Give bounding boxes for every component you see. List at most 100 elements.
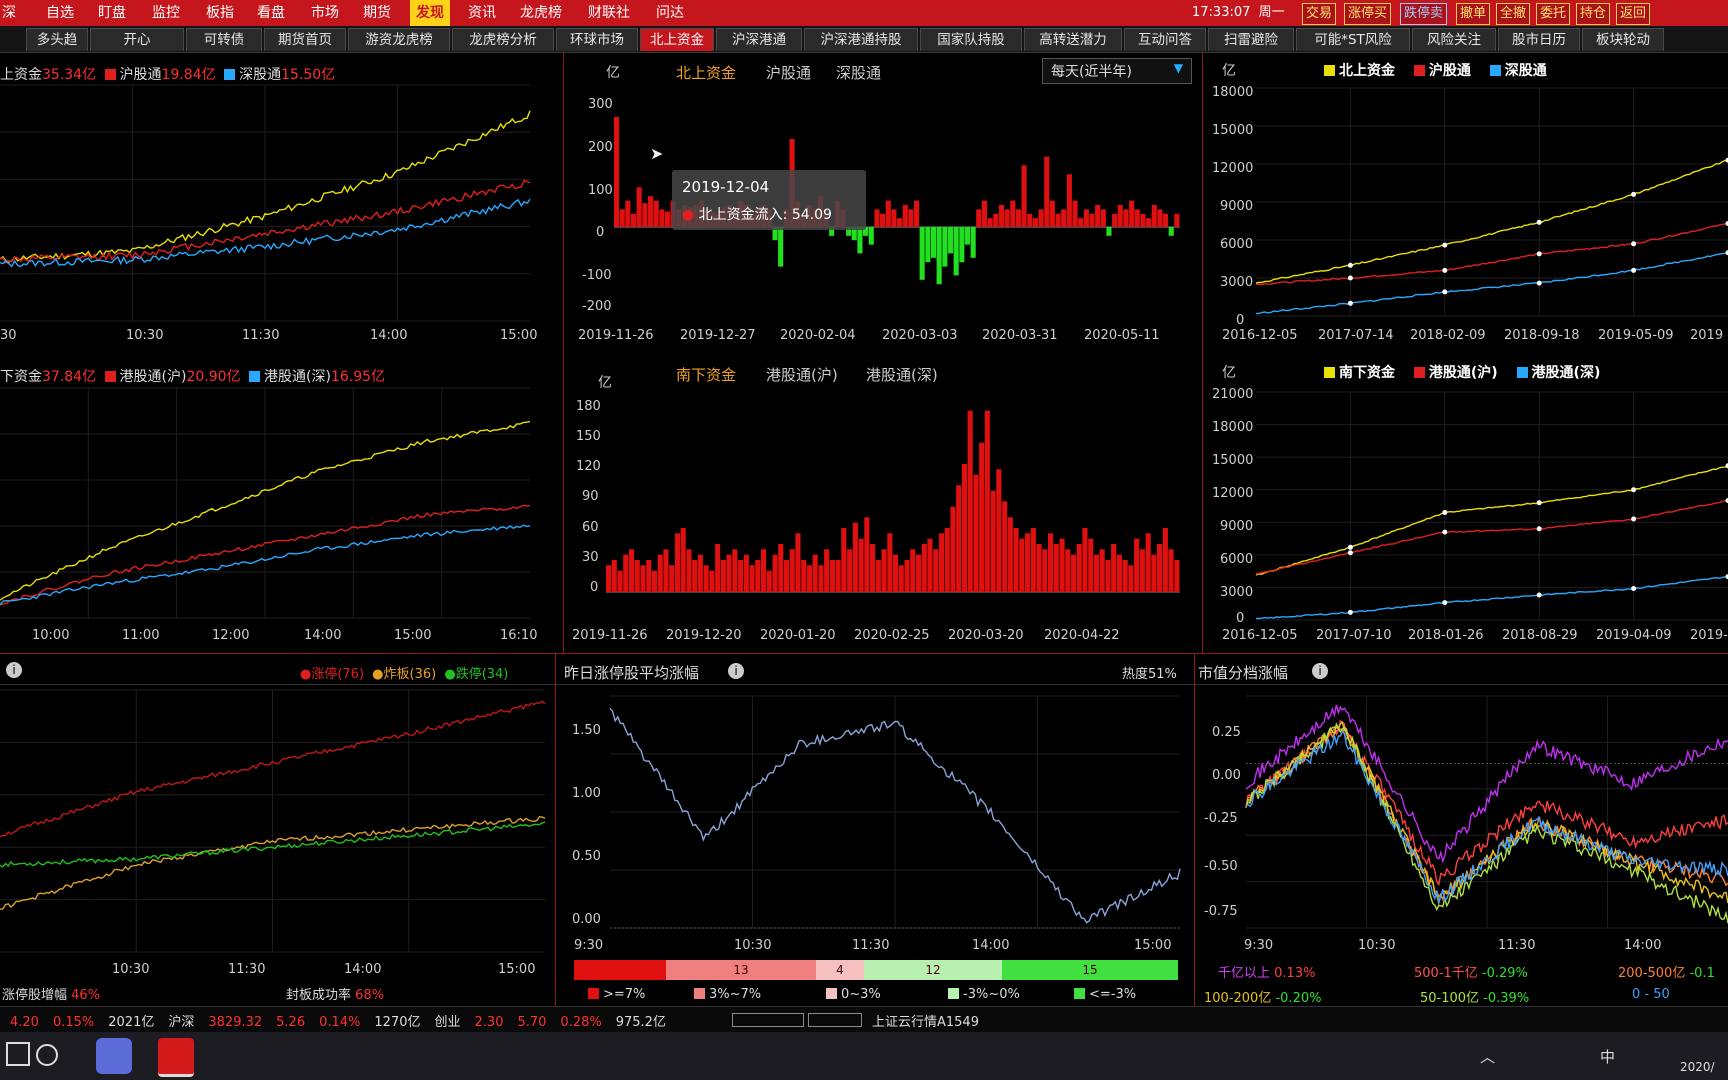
tab[interactable]: 期货首页 [264, 28, 346, 51]
legend: 南下资金 港股通(沪) 港股通(深) [1324, 362, 1600, 382]
tab-south[interactable]: 南下资金 [676, 364, 736, 385]
bar [1002, 501, 1008, 592]
quick-button[interactable]: 撤单 [1456, 3, 1491, 25]
menu-item[interactable]: 资讯 [468, 0, 496, 26]
bar [806, 565, 812, 592]
menu-item[interactable]: 问达 [656, 0, 684, 26]
search-icon[interactable] [36, 1044, 58, 1066]
data-point [1347, 550, 1353, 556]
menu-item[interactable]: 盯盘 [98, 0, 126, 26]
trading-app-icon[interactable] [158, 1038, 194, 1077]
menu-item[interactable]: 期货 [363, 0, 391, 26]
y-tick: 9000 [1220, 519, 1254, 534]
bar [686, 549, 692, 592]
bar [936, 227, 942, 285]
y-tick: 1.50 [572, 723, 601, 738]
menu-item[interactable]: 龙虎榜 [520, 0, 562, 26]
clock: 17:33:07 周一 [1192, 0, 1285, 26]
tab-hk-sz[interactable]: 港股通(深) [866, 364, 938, 385]
period-dropdown[interactable]: 每天(近半年) ▼ [1042, 58, 1192, 84]
tab[interactable]: 股市日历 [1498, 28, 1580, 51]
bar [835, 560, 841, 592]
tab[interactable]: 风险关注 [1412, 28, 1496, 51]
quick-button[interactable]: 持仓 [1576, 3, 1611, 25]
tab[interactable]: 国家队持股 [920, 28, 1022, 51]
bar [950, 506, 956, 592]
menu-item[interactable]: 财联社 [588, 0, 630, 26]
tab[interactable]: 扫雷避险 [1208, 28, 1294, 51]
bar [1053, 544, 1059, 592]
bar [766, 570, 772, 592]
y-tick: 30 [582, 550, 599, 565]
legend-label: 北上资金 [1339, 63, 1395, 79]
panel-divider [0, 653, 1728, 654]
data-point [1631, 516, 1637, 522]
tab[interactable]: 可能*ST风险 [1296, 28, 1410, 51]
cap-stat-label: 500-1千亿 [1414, 966, 1478, 981]
bar [1038, 209, 1044, 227]
x-tick: 2017-07-10 [1316, 628, 1392, 643]
quick-button[interactable]: 涨停买 [1344, 3, 1392, 25]
bar [680, 528, 686, 592]
series-line [1255, 576, 1728, 620]
info-icon[interactable]: i [1312, 663, 1328, 679]
bar [749, 565, 755, 592]
quick-button[interactable]: 跌停卖 [1400, 3, 1448, 25]
data-point [1536, 219, 1542, 225]
tab[interactable]: 环球市场 [556, 28, 638, 51]
menu-item[interactable]: 市场 [311, 0, 339, 26]
bar [914, 200, 920, 227]
legend-label: 0~3% [841, 987, 881, 1002]
data-point [1442, 529, 1448, 535]
x-tick: 2019-12-27 [680, 328, 756, 343]
x-tick: 2019-12-20 [666, 628, 742, 643]
info-icon[interactable]: i [728, 663, 744, 679]
tab[interactable]: 互动问答 [1124, 28, 1206, 51]
menu-item[interactable]: 深 [2, 0, 16, 26]
quick-button[interactable]: 委托 [1536, 3, 1571, 25]
info-icon[interactable]: i [6, 662, 22, 678]
quote-item: 4.20 [10, 1015, 39, 1030]
legend-swatch [1489, 65, 1501, 76]
bar [1021, 165, 1027, 227]
tab[interactable]: 龙虎榜分析 [452, 28, 554, 51]
tab[interactable]: 游资龙虎榜 [348, 28, 450, 51]
tab[interactable]: 开心 [90, 28, 184, 51]
quick-button[interactable]: 返回 [1616, 3, 1651, 25]
bar [987, 218, 993, 227]
x-tick: 2020-03-31 [982, 328, 1058, 343]
menu-item-active[interactable]: 发现 [410, 0, 450, 26]
bar [970, 227, 976, 258]
tooltip-label: 北上资金流入: [698, 207, 788, 223]
chevron-up-icon[interactable]: ︿ [1480, 1046, 1495, 1067]
tab-active[interactable]: 北上资金 [640, 28, 714, 51]
menu-item[interactable]: 看盘 [257, 0, 285, 26]
x-tick: 30 [0, 328, 17, 343]
ime-indicator[interactable]: 中 [1600, 1046, 1615, 1067]
windows-start-icon[interactable] [6, 1042, 30, 1066]
x-tick: 2019 [1690, 328, 1724, 343]
tab-north[interactable]: 北上资金 [676, 62, 736, 83]
menu-item[interactable]: 板指 [206, 0, 234, 26]
tab[interactable]: 高转送潜力 [1024, 28, 1122, 51]
menu-item[interactable]: 监控 [152, 0, 180, 26]
quick-button[interactable]: 交易 [1302, 3, 1337, 25]
y-tick: -100 [582, 268, 612, 283]
cap-stat-label: 200-500亿 [1618, 966, 1686, 981]
menu-item[interactable]: 自选 [46, 0, 74, 26]
tab[interactable]: 板块轮动 [1582, 28, 1664, 51]
tab-hk-sh[interactable]: 港股通(沪) [766, 364, 838, 385]
quick-button[interactable]: 全撤 [1496, 3, 1531, 25]
bar [1123, 209, 1129, 227]
bar [651, 570, 657, 592]
tab-sz[interactable]: 深股通 [836, 62, 881, 83]
tab[interactable]: 多头趋 [26, 28, 88, 51]
tab[interactable]: 可转债 [186, 28, 262, 51]
tab[interactable]: 沪深港通 [716, 28, 802, 51]
stat-label: 涨停股增幅 [2, 988, 68, 1003]
tab-sh[interactable]: 沪股通 [766, 62, 811, 83]
bar [720, 560, 726, 592]
tab[interactable]: 沪深港通持股 [804, 28, 918, 51]
app-icon[interactable] [96, 1038, 132, 1074]
bar [981, 200, 987, 227]
